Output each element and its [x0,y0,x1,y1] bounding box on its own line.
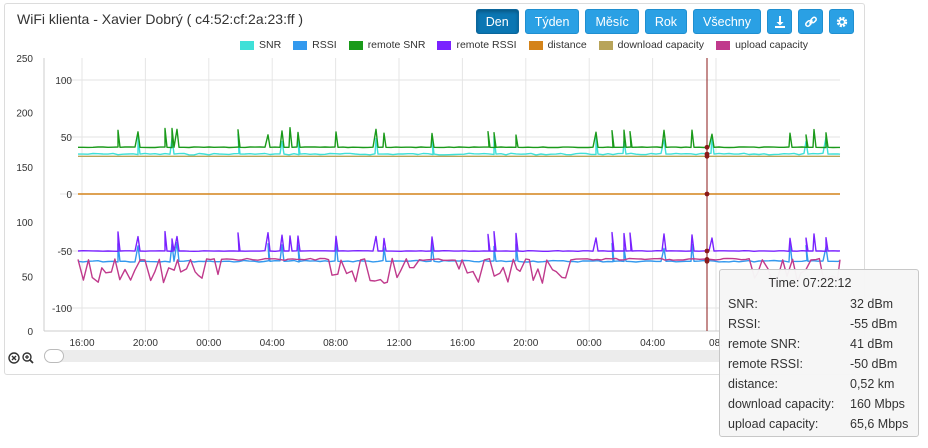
inner-tick-label: -100 [52,304,72,315]
series-line [77,230,841,252]
x-tick-label: 16:00 [450,338,475,349]
crosshair-point [704,191,710,197]
tooltip-time: Time: 07:22:12 [768,276,852,290]
x-tick-label: 04:00 [640,338,665,349]
outer-tick-label: 150 [16,163,33,174]
chart-tooltip: Time: 07:22:12 SNR: 32 dBm RSSI: -55 dBm rem… [719,269,919,437]
tooltip-row: remote SNR: 41 dBm [728,334,910,354]
tooltip-value: 41 dBm [850,337,894,351]
tooltip-label: RSSI: [728,317,761,331]
x-tick-label: 00:00 [577,338,602,349]
outer-tick-label: 250 [16,54,33,65]
scrollbar-handle[interactable] [44,349,64,363]
tooltip-label: upload capacity: [728,417,819,431]
tooltip-value: -50 dBm [850,357,898,371]
tooltip-value: -55 dBm [850,317,898,331]
x-tick-label: 08:00 [323,338,348,349]
tooltip-label: download capacity: [728,397,835,411]
outer-tick-label: 100 [16,218,33,229]
tooltip-value: 0,52 km [850,377,895,391]
inner-tick-label: 100 [55,76,72,87]
x-tick-label: 12:00 [386,338,411,349]
tooltip-label: distance: [728,377,779,391]
inner-tick-label: 0 [66,190,72,201]
tooltip-row: RSSI: -55 dBm [728,314,910,334]
series-line [78,127,840,149]
tooltip-label: remote RSSI: [728,357,804,371]
zoom-in-icon[interactable] [22,351,34,364]
inner-tick-label: 50 [61,133,73,144]
outer-tick-label: 50 [22,272,34,283]
x-tick-label: 04:00 [260,338,285,349]
zoom-controls [8,351,34,364]
tooltip-value: 65,6 Mbps [850,417,909,431]
outer-tick-label: 200 [16,109,33,120]
x-tick-label: 16:00 [69,338,94,349]
tooltip-value: 160 Mbps [850,397,905,411]
zoom-reset-icon[interactable] [8,351,20,364]
tooltip-row: download capacity: 160 Mbps [728,394,910,414]
tooltip-row: SNR: 32 dBm [728,294,910,314]
tooltip-value: 32 dBm [850,297,894,311]
x-tick-label: 00:00 [196,338,221,349]
tooltip-row: remote RSSI: -50 dBm [728,354,910,374]
inner-tick-label: -50 [58,247,73,258]
crosshair-point [704,144,710,150]
tooltip-label: SNR: [728,297,758,311]
tooltip-label: remote SNR: [728,337,801,351]
x-tick-label: 20:00 [133,338,158,349]
crosshair-point [704,153,710,159]
x-tick-label: 20:00 [513,338,538,349]
tooltip-row: upload capacity: 65,6 Mbps [728,414,910,434]
crosshair-point [704,248,710,254]
outer-tick-label: 0 [27,327,33,338]
tooltip-row: distance: 0,52 km [728,374,910,394]
crosshair-point [704,257,710,262]
